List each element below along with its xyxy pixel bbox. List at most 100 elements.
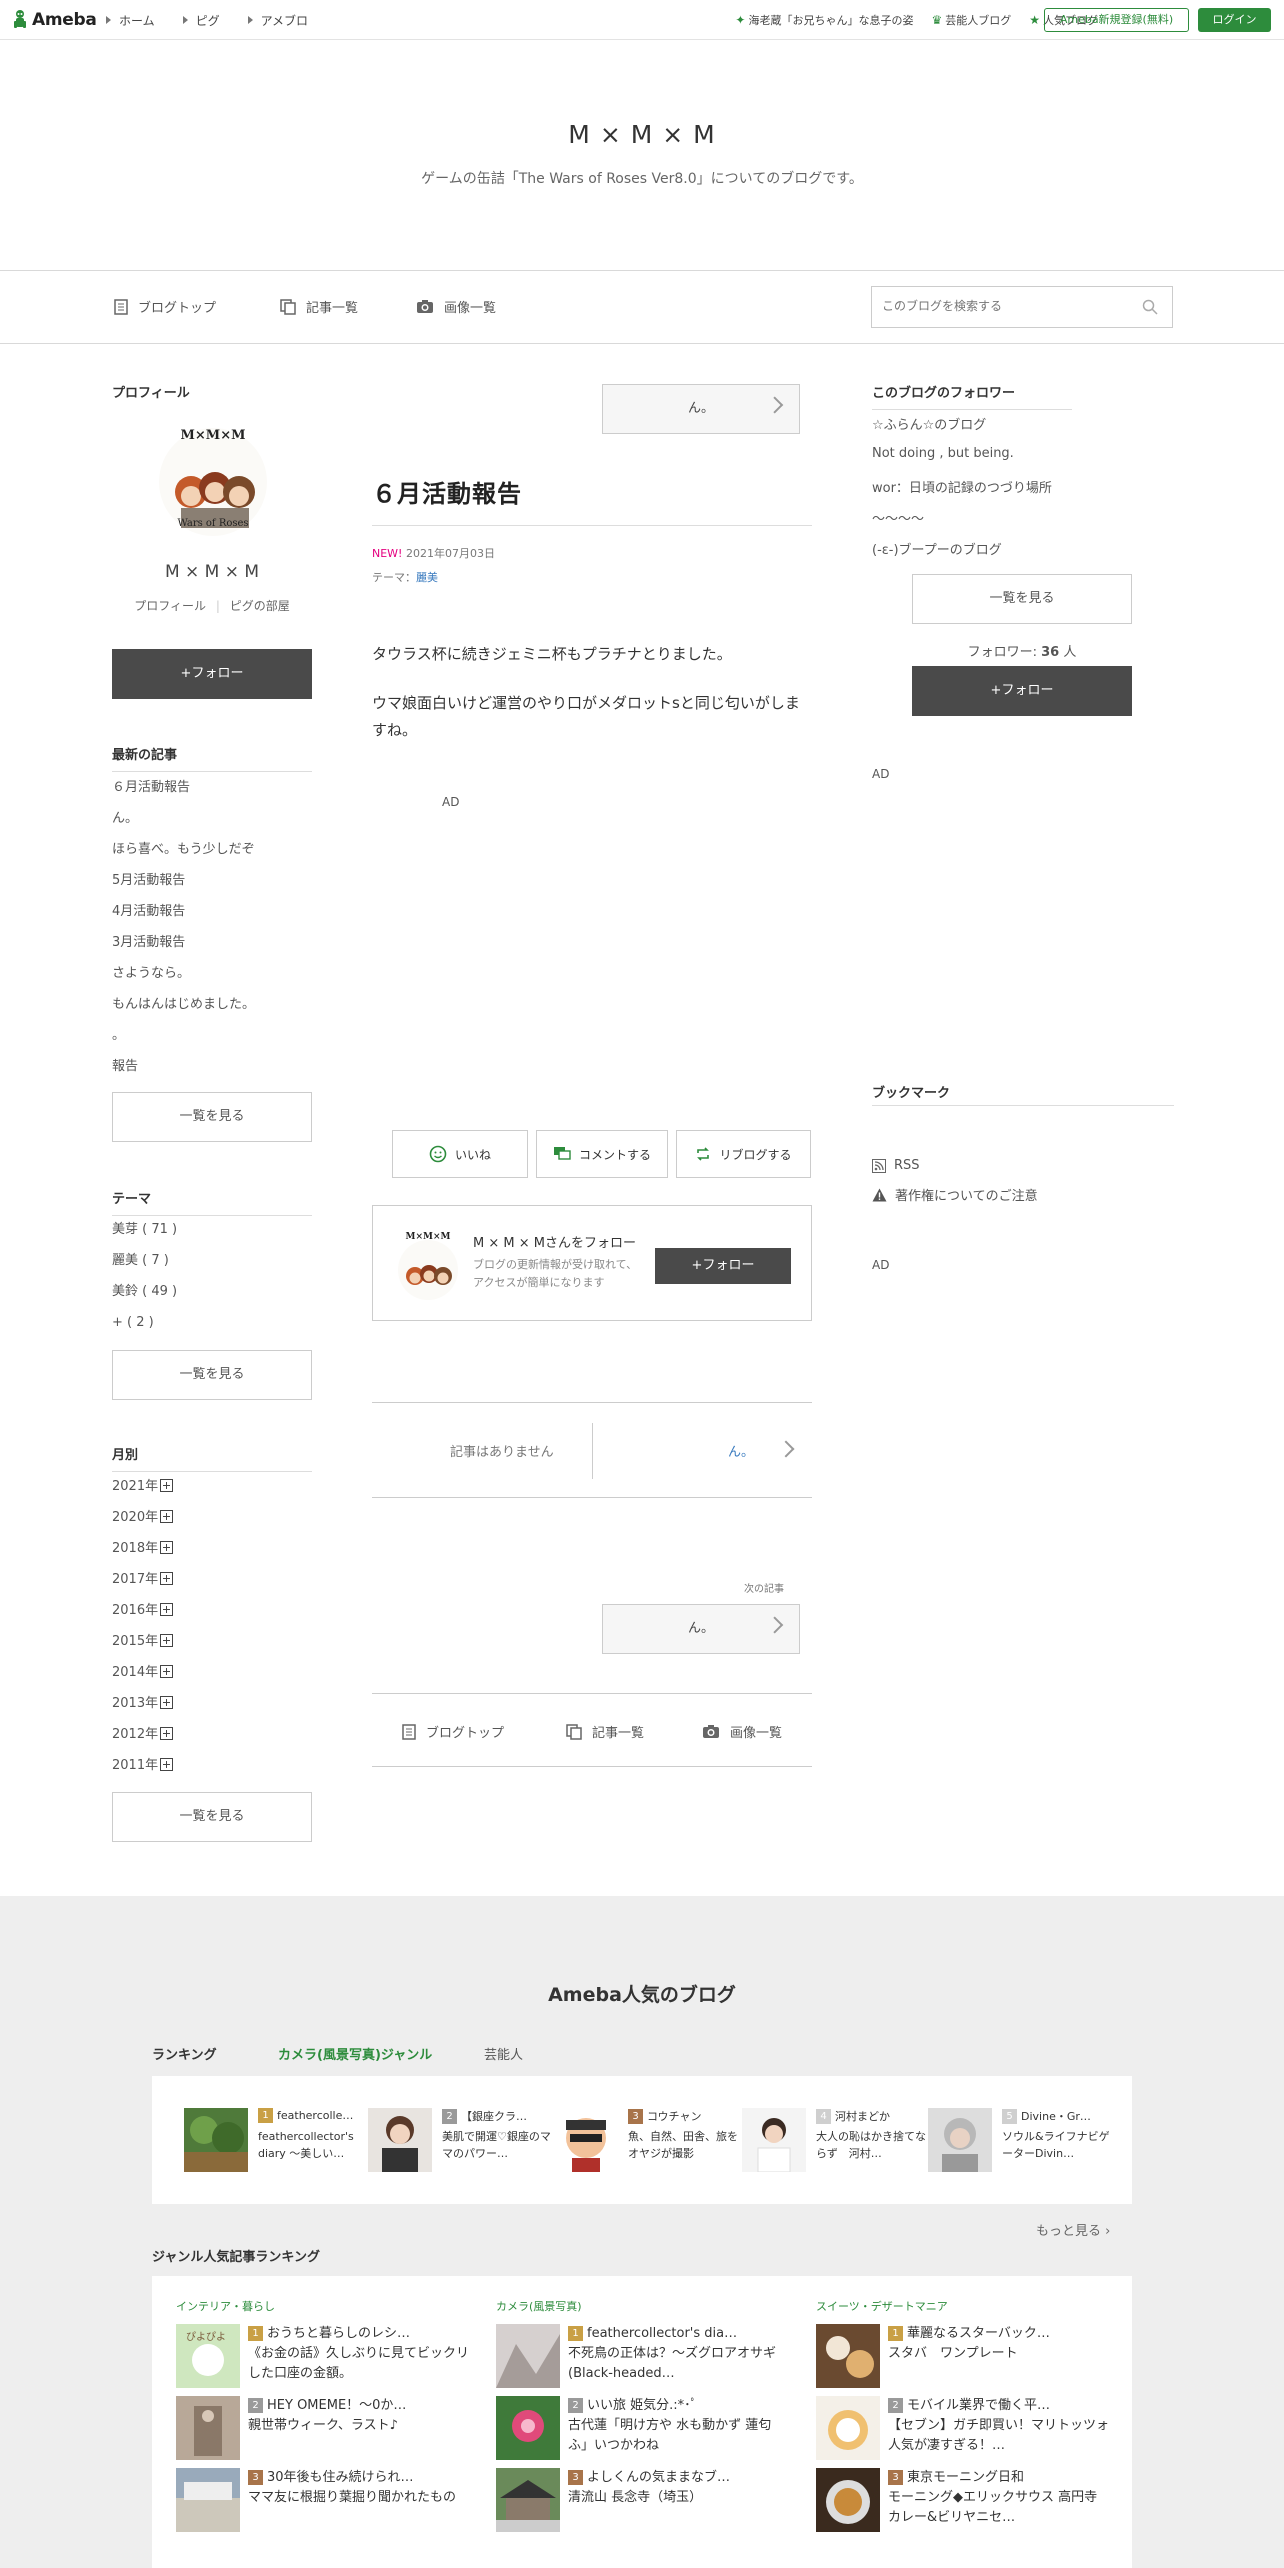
tab-celebrity[interactable]: 芸能人 [484, 2044, 523, 2063]
genre-article[interactable]: 1 feathercollector's dia… 不死鳥の正体は？～ズグロアオサギ… [496, 2324, 796, 2396]
follower-item[interactable]: ☆ふらん☆のブログ [872, 414, 986, 433]
entry-title[interactable]: ６月活動報告 [372, 474, 522, 509]
genre-article[interactable]: 3 よしくんの気ままなブ… 清流山 長念寺（埼玉） [496, 2468, 796, 2540]
expand-icon[interactable] [160, 1727, 174, 1740]
expand-icon[interactable] [160, 1603, 174, 1616]
recent-item[interactable]: ん。 [112, 803, 255, 834]
month-year-item[interactable]: 2021年 [112, 1471, 174, 1502]
monthly-more-button[interactable]: 一覧を見る [112, 1792, 312, 1842]
ranking-item[interactable]: 5 Divine・Gr… ソウル&ライフナビゲーターDivin… [928, 2108, 1110, 2178]
nav-ameblo[interactable]: アメブロ [248, 12, 308, 29]
recent-item[interactable]: さようなら。 [112, 958, 255, 989]
genre-article[interactable]: 3 東京モーニング日和 モーニング◆エリックサウス 高円寺カレー&ビリヤニセ… [816, 2468, 1116, 2540]
genre-article[interactable]: 2 HEY OMEME！〜0か… 親世帯ウィーク、ラスト♪ [176, 2396, 476, 2468]
tab-camera-genre[interactable]: カメラ(風景写真)ジャンル [278, 2044, 432, 2063]
search-icon[interactable] [1142, 299, 1158, 315]
copyright-notice-link[interactable]: 著作権についてのご注意 [872, 1185, 1038, 1204]
bottom-nav-entry-list[interactable]: 記事一覧 [566, 1722, 644, 1741]
profile-avatar[interactable]: M×M×M Wars of Roses [151, 422, 275, 538]
month-year-item[interactable]: 2012年 [112, 1719, 174, 1750]
entry-theme-link[interactable]: 麗美 [416, 571, 438, 584]
rss-link[interactable]: RSS [872, 1158, 920, 1173]
top-link-celebrity[interactable]: ♛ 芸能人ブログ [931, 12, 1011, 28]
month-year-item[interactable]: 2014年 [112, 1657, 174, 1688]
ranking-item[interactable]: 3 コウチャン 魚、自然、田舎、旅をオヤジが撮影 [554, 2108, 738, 2178]
blog-search-input[interactable] [882, 287, 1132, 325]
genre-name[interactable]: カメラ(風景写真) [496, 2298, 796, 2324]
register-button[interactable]: Ameba新規登録(無料) [1044, 8, 1189, 32]
expand-icon[interactable] [160, 1572, 174, 1585]
recent-item[interactable]: 4月活動報告 [112, 896, 255, 927]
prev-entry-box[interactable]: ん。 [602, 384, 800, 434]
comment-icon [553, 1147, 571, 1160]
genre-article[interactable]: 2 モバイル業界で働く平… 【セブン】ガチ即買い！マリトッツォ人気が凄すぎる！… [816, 2396, 1116, 2468]
month-year-item[interactable]: 2017年 [112, 1564, 174, 1595]
blog-title[interactable]: M × M × M [0, 120, 1284, 149]
entry-date: 2021年07月03日 [405, 547, 495, 560]
more-link[interactable]: もっと見る › [1036, 2220, 1110, 2239]
genre-name[interactable]: インテリア・暮らし [176, 2298, 476, 2324]
top-link-news[interactable]: ✦ 海老蔵「お兄ちゃん」な息子の姿 [735, 12, 913, 28]
follower-item[interactable]: ～～～～ [872, 508, 924, 527]
theme-item[interactable]: + ( 2 ) [112, 1307, 177, 1338]
bottom-nav-image-list[interactable]: 画像一覧 [702, 1722, 782, 1741]
theme-item[interactable]: 美芽 ( 71 ) [112, 1214, 177, 1245]
next-entry-link[interactable]: ん。 [728, 1441, 754, 1460]
follower-item[interactable]: (-ε-)ブープーのブログ [872, 539, 1002, 558]
profile-follow-button[interactable]: +フォロー [112, 649, 312, 699]
expand-icon[interactable] [160, 1634, 174, 1647]
recent-item[interactable]: ６月活動報告 [112, 772, 255, 803]
recent-item[interactable]: 報告 [112, 1051, 255, 1082]
recent-item[interactable]: もんはんはじめました。 [112, 989, 255, 1020]
follow-box-avatar[interactable] [393, 1236, 463, 1302]
nav-home[interactable]: ホーム [106, 12, 155, 29]
month-year-item[interactable]: 2018年 [112, 1533, 174, 1564]
ranking-item[interactable]: 2 【銀座クラ… 美肌で開運♡銀座のママのパワー… [368, 2108, 551, 2178]
month-year-item[interactable]: 2016年 [112, 1595, 174, 1626]
profile-link[interactable]: プロフィール [134, 599, 206, 613]
ranking-item[interactable]: 1 feathercolle… feathercollector's diary … [184, 2108, 364, 2178]
theme-more-button[interactable]: 一覧を見る [112, 1350, 312, 1400]
expand-icon[interactable] [160, 1510, 174, 1523]
genre-article[interactable]: 3 30年後も住み続けられ… ママ友に根掘り葉掘り聞かれたもの [176, 2468, 476, 2540]
recent-item[interactable]: 5月活動報告 [112, 865, 255, 896]
bottom-nav-blog-top[interactable]: ブログトップ [402, 1722, 504, 1741]
like-button[interactable]: いいね [392, 1130, 528, 1178]
pigg-room-link[interactable]: ピグの部屋 [230, 599, 290, 613]
follower-item[interactable]: Not doing , but being. [872, 446, 1014, 461]
recent-item[interactable]: ほら喜べ。もう少しだぞ [112, 834, 255, 865]
chevron-right-icon[interactable] [777, 1440, 795, 1458]
month-year-item[interactable]: 2011年 [112, 1750, 174, 1781]
month-year-item[interactable]: 2020年 [112, 1502, 174, 1533]
theme-item[interactable]: 美鈴 ( 49 ) [112, 1276, 177, 1307]
follower-item[interactable]: wor：日頃の記録のつづり場所 [872, 477, 1052, 496]
genre-name[interactable]: スイーツ・デザートマニア [816, 2298, 1116, 2324]
expand-icon[interactable] [160, 1758, 174, 1771]
subnav-blog-top[interactable]: ブログトップ [114, 297, 216, 316]
recent-item[interactable]: 。 [112, 1020, 255, 1051]
recent-item[interactable]: 3月活動報告 [112, 927, 255, 958]
recent-more-button[interactable]: 一覧を見る [112, 1092, 312, 1142]
expand-icon[interactable] [160, 1696, 174, 1709]
next-entry-box[interactable]: ん。 [602, 1604, 800, 1654]
theme-item[interactable]: 麗美 ( 7 ) [112, 1245, 177, 1276]
followers-more-button[interactable]: 一覧を見る [912, 574, 1132, 624]
genre-article[interactable]: 1 華麗なるスターバック… スタバ ワンプレート [816, 2324, 1116, 2396]
subnav-image-list[interactable]: 画像一覧 [416, 297, 496, 316]
comment-button[interactable]: コメントする [536, 1130, 668, 1178]
expand-icon[interactable] [160, 1479, 174, 1492]
followers-follow-button[interactable]: +フォロー [912, 666, 1132, 716]
subnav-entry-list[interactable]: 記事一覧 [280, 297, 358, 316]
month-year-item[interactable]: 2013年 [112, 1688, 174, 1719]
genre-article[interactable]: ぴよぴよ 1 おうちと暮らしのレシ… 《お金の話》久しぶりに見てビックリした口座の金… [176, 2324, 476, 2396]
login-button[interactable]: ログイン [1198, 8, 1271, 32]
month-year-item[interactable]: 2015年 [112, 1626, 174, 1657]
nav-pigg[interactable]: ピグ [183, 12, 220, 29]
expand-icon[interactable] [160, 1665, 174, 1678]
expand-icon[interactable] [160, 1541, 174, 1554]
ameba-logo[interactable]: Ameba [12, 9, 97, 31]
ranking-item[interactable]: 4 河村まどか 大人の恥はかき捨てならず 河村… [742, 2108, 926, 2178]
genre-article[interactable]: 2 いい旅 姫気分.:*･ﾟ 古代蓮「明け方や 水も動かず 蓮匂ふ」いつかわね [496, 2396, 796, 2468]
reblog-button[interactable]: リブログする [676, 1130, 811, 1178]
follow-box-button[interactable]: +フォロー [655, 1248, 791, 1284]
